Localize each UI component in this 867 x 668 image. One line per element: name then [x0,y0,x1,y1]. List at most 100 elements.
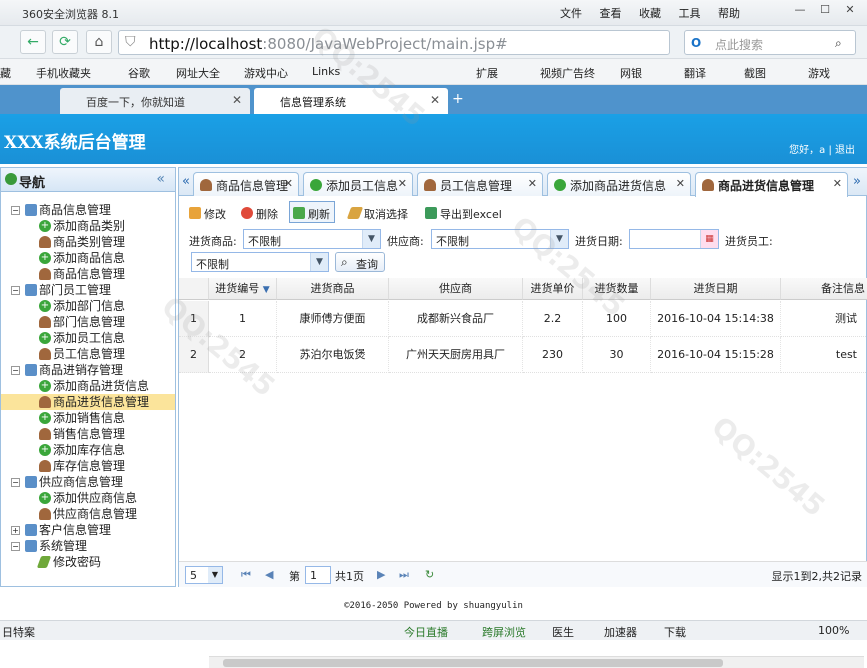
table-cell[interactable]: 100 [583,301,651,337]
status-item[interactable]: 跨屏浏览 [482,624,526,640]
collapse-toggle-icon[interactable]: − [11,478,20,487]
menu-help[interactable]: 帮助 [718,7,740,20]
bookmark-item[interactable]: 视频广告终 [540,65,595,81]
nav-group[interactable]: − 部门员工管理 [1,282,175,298]
column-header[interactable]: 供应商 [389,278,523,300]
nav-item[interactable]: + 添加供应商信息 [1,490,175,506]
nav-item[interactable]: 部门信息管理 [1,314,175,330]
column-header[interactable]: 进货编号 ▼ [209,278,277,300]
refresh-browser-icon[interactable]: ⟳ [52,30,78,54]
status-item[interactable]: 医生 [552,624,574,640]
nav-item[interactable]: 销售信息管理 [1,426,175,442]
row-number[interactable]: 1 [179,301,209,337]
tab-purchase-info[interactable]: 商品进货信息管理 ✕ [695,172,848,197]
edit-button[interactable]: 修改 [185,201,231,223]
nav-group[interactable]: − 商品信息管理 [1,202,175,218]
page-number-input[interactable]: 1 [305,566,331,584]
table-cell[interactable]: test [781,337,867,373]
next-page-icon[interactable]: ▶ [377,568,385,581]
collapse-toggle-icon[interactable]: − [11,366,20,375]
close-tab-icon[interactable]: ✕ [232,93,242,107]
status-item[interactable]: 加速器 [604,624,637,640]
table-cell[interactable]: 苏泊尔电饭煲 [277,337,389,373]
column-header[interactable]: 进货日期 [651,278,781,300]
query-button[interactable]: ⌕ 查询 [335,252,385,272]
calendar-icon[interactable]: ▦ [700,230,718,248]
bookmark-item[interactable]: 翻译 [684,65,706,81]
browser-tab-system[interactable]: 信息管理系统 ✕ [254,88,448,114]
browser-search-input[interactable]: O 点此搜索 ⌕ [684,30,856,55]
scrollbar-thumb[interactable] [223,659,723,667]
column-header[interactable]: 进货单价 [523,278,583,300]
cancel-select-button[interactable]: 取消选择 [345,201,413,223]
bookmark-item[interactable]: 游戏 [808,65,830,81]
expand-toggle-icon[interactable]: + [11,526,20,535]
status-item[interactable]: 今日直播 [404,624,448,640]
nav-item[interactable]: + 添加商品信息 [1,250,175,266]
zoom-level[interactable]: 100% [818,624,849,637]
table-cell[interactable]: 230 [523,337,583,373]
page-size-select[interactable]: 5 ▼ [185,566,223,584]
tab-add-purchase[interactable]: 添加商品进货信息 ✕ [547,172,691,196]
column-header[interactable]: 进货数量 [583,278,651,300]
close-tab-icon[interactable]: ✕ [398,177,407,190]
status-item[interactable]: 下载 [664,624,686,640]
minimize-icon[interactable]: — [790,3,810,21]
menu-file[interactable]: 文件 [560,7,582,20]
nav-group[interactable]: − 系统管理 [1,538,175,554]
table-cell[interactable]: 2 [209,337,277,373]
back-icon[interactable]: ← [20,30,46,54]
collapse-toggle-icon[interactable]: − [11,206,20,215]
bookmark-item[interactable]: 网银 [620,65,642,81]
tabs-scroll-left-icon[interactable]: « [182,174,190,189]
maximize-icon[interactable]: ☐ [815,3,835,21]
nav-group[interactable]: + 客户信息管理 [1,522,175,538]
table-cell[interactable]: 30 [583,337,651,373]
refresh-button[interactable]: 刷新 [289,201,335,223]
table-cell[interactable]: 广州天天厨房用具厂 [389,337,523,373]
date-input[interactable]: ▦ [629,229,719,249]
nav-item[interactable]: 修改密码 [1,554,175,570]
browser-tab-baidu[interactable]: 百度一下，你就知道 ✕ [60,88,250,114]
nav-item[interactable]: + 添加库存信息 [1,442,175,458]
collapse-icon[interactable]: « [156,171,165,187]
nav-item[interactable]: 库存信息管理 [1,458,175,474]
nav-item[interactable]: 员工信息管理 [1,346,175,362]
table-cell[interactable]: 1 [209,301,277,337]
prev-page-icon[interactable]: ◀ [265,568,273,581]
table-cell[interactable]: 测试 [781,301,867,337]
close-window-icon[interactable]: ✕ [840,3,860,21]
tabs-scroll-right-icon[interactable]: » [853,174,861,189]
nav-group[interactable]: − 商品进销存管理 [1,362,175,378]
search-icon[interactable]: ⌕ [835,36,842,51]
column-header[interactable]: 进货商品 [277,278,389,300]
table-cell[interactable]: 2.2 [523,301,583,337]
delete-button[interactable]: 删除 [237,201,283,223]
tab-goods-info[interactable]: 商品信息管理 ✕ [193,172,299,196]
horizontal-scrollbar[interactable] [209,656,864,668]
address-bar[interactable]: ⛉ http://localhost:8080/JavaWebProject/m… [118,30,670,55]
nav-item[interactable]: 商品进货信息管理 [1,394,175,410]
close-tab-icon[interactable]: ✕ [284,177,293,190]
logout-link[interactable]: 退出 [835,145,855,156]
bookmark-item[interactable]: 手机收藏夹 [36,65,91,81]
home-icon[interactable]: ⌂ [86,30,112,54]
bookmark-item[interactable]: 藏 [0,65,11,81]
bookmark-item[interactable]: 谷歌 [128,65,150,81]
menu-favorites[interactable]: 收藏 [639,7,661,20]
close-tab-icon[interactable]: ✕ [833,177,842,190]
nav-item[interactable]: + 添加商品进货信息 [1,378,175,394]
employee-select[interactable]: 不限制 ▼ [191,252,329,272]
bookmark-item[interactable]: 网址大全 [176,65,220,81]
collapse-toggle-icon[interactable]: − [11,542,20,551]
close-tab-icon[interactable]: ✕ [430,93,440,107]
table-cell[interactable]: 康师傅方便面 [277,301,389,337]
export-excel-button[interactable]: 导出到excel [421,201,507,223]
bookmark-item[interactable]: 扩展 [476,65,498,81]
nav-group[interactable]: − 供应商信息管理 [1,474,175,490]
bookmark-item[interactable]: 截图 [744,65,766,81]
nav-item[interactable]: + 添加员工信息 [1,330,175,346]
collapse-toggle-icon[interactable]: − [11,286,20,295]
bookmark-item[interactable]: 游戏中心 [244,65,288,81]
last-page-icon[interactable]: ⏭ [399,568,409,582]
